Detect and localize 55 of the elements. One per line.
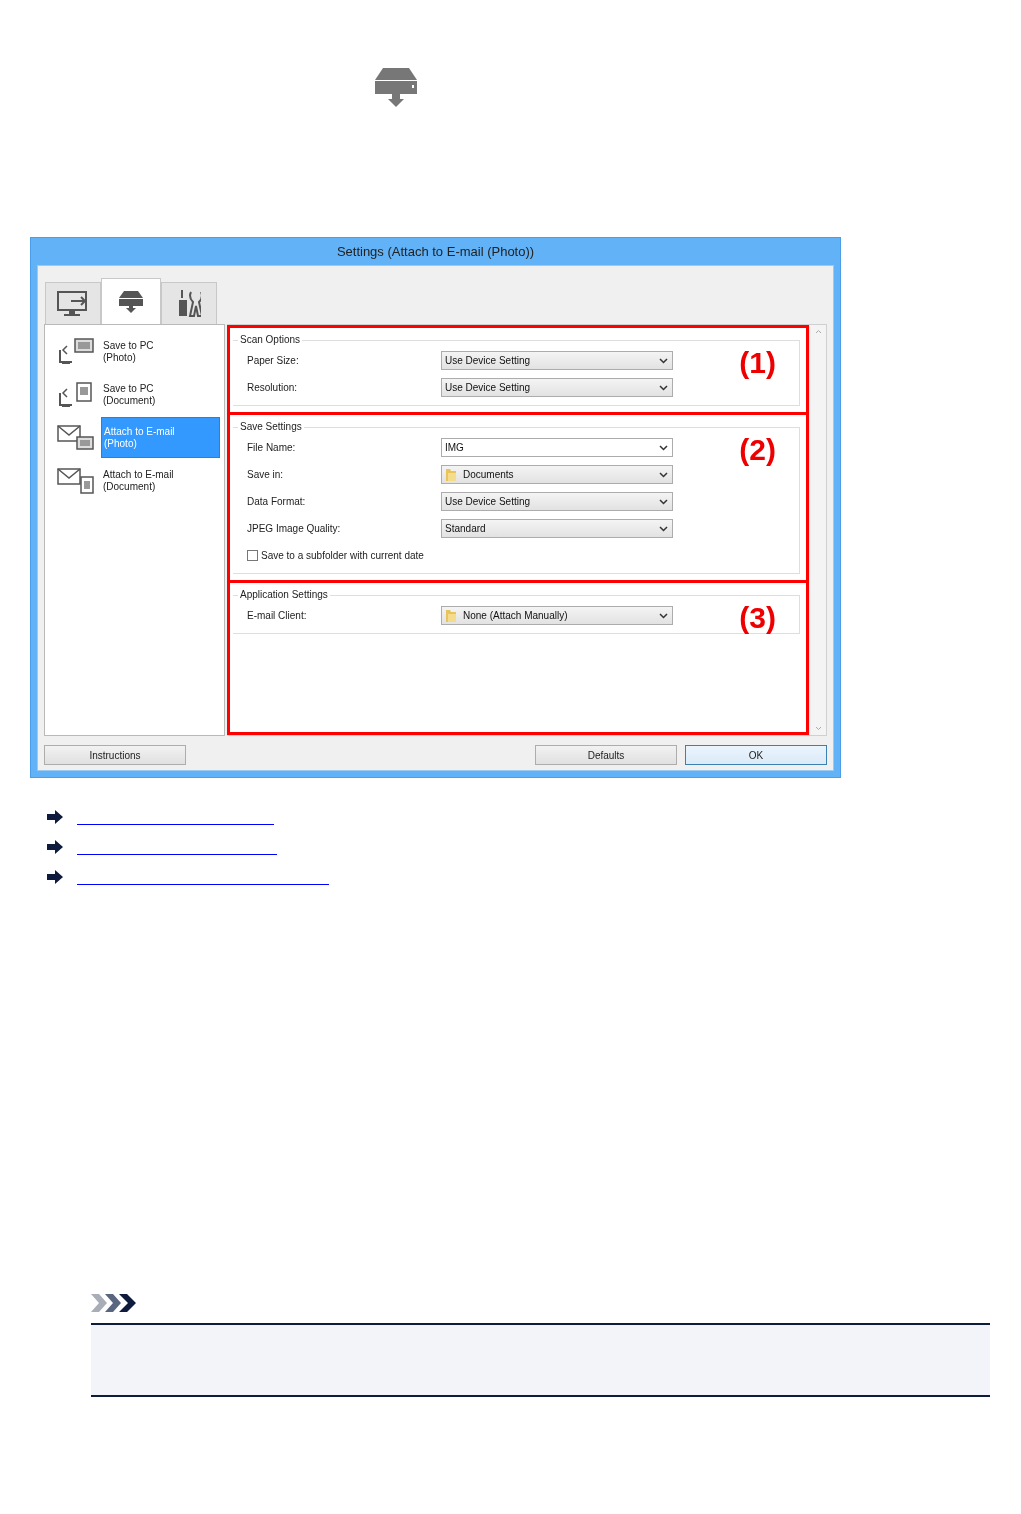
dropdown[interactable]: Documents (441, 465, 673, 484)
chevron-down-icon (814, 726, 822, 731)
arrow-right-icon (47, 870, 63, 884)
field-label: E-mail Client: (247, 610, 308, 621)
list-item[interactable]: Attach to E-mail (Document) (101, 460, 220, 501)
checkbox-label: Save to a subfolder with current date (261, 550, 424, 561)
field-label: File Name: (247, 442, 297, 453)
group-legend: Application Settings (238, 589, 330, 600)
envelope-document-icon (57, 466, 95, 495)
field-label: Save in: (247, 469, 285, 480)
field-label: Paper Size: (247, 355, 300, 366)
tools-icon (177, 289, 201, 318)
chevron-down-icon (659, 471, 668, 478)
dropdown[interactable]: None (Attach Manually) (441, 606, 673, 625)
chevron-down-icon (659, 498, 668, 505)
group-legend: Save Settings (238, 421, 304, 432)
dropdown[interactable]: Use Device Setting (441, 378, 673, 397)
window-title: Settings (Attach to E-mail (Photo)) (335, 243, 536, 261)
callout-number: (2) (739, 435, 776, 465)
scanner-icon (118, 290, 144, 313)
field-label: Data Format: (247, 496, 307, 507)
field-label: JPEG Image Quality: (247, 523, 342, 534)
monitor-icon (57, 290, 89, 317)
tab[interactable] (45, 282, 101, 324)
folder-icon (445, 467, 457, 482)
chevron-down-icon (659, 612, 668, 619)
arrow-right-icon (47, 810, 63, 824)
computer-document-icon (57, 380, 95, 409)
dropdown[interactable]: IMG (441, 438, 673, 457)
dropdown[interactable]: Use Device Setting (441, 492, 673, 511)
callout-number: (1) (739, 348, 776, 378)
callout-number: (3) (739, 603, 776, 633)
dropdown[interactable]: Standard (441, 519, 673, 538)
chevron-down-icon (659, 525, 668, 532)
arrow-right-icon (47, 840, 63, 854)
list-item[interactable]: Save to PC (Document) (101, 374, 220, 415)
list-item[interactable]: Save to PC (Photo) (101, 331, 220, 372)
group-legend: Scan Options (238, 334, 303, 345)
envelope-photo-icon (57, 423, 95, 452)
dropdown[interactable]: Use Device Setting (441, 351, 673, 370)
tab[interactable] (161, 282, 217, 324)
chevron-up-icon (814, 329, 822, 334)
dialog-button[interactable]: Instructions (44, 745, 186, 765)
folder-icon (445, 608, 457, 623)
chevron-down-icon (659, 444, 668, 451)
field-label: Resolution: (247, 382, 299, 393)
dialog-button[interactable]: Defaults (535, 745, 677, 765)
checkbox[interactable] (247, 550, 258, 561)
dialog-button[interactable]: OK (685, 745, 827, 765)
scanner-icon (373, 68, 419, 108)
tab[interactable] (101, 278, 161, 324)
chevron-down-icon (659, 357, 668, 364)
chevrons-icon (91, 1294, 137, 1312)
chevron-down-icon (659, 384, 668, 391)
computer-photo-icon (57, 337, 95, 366)
